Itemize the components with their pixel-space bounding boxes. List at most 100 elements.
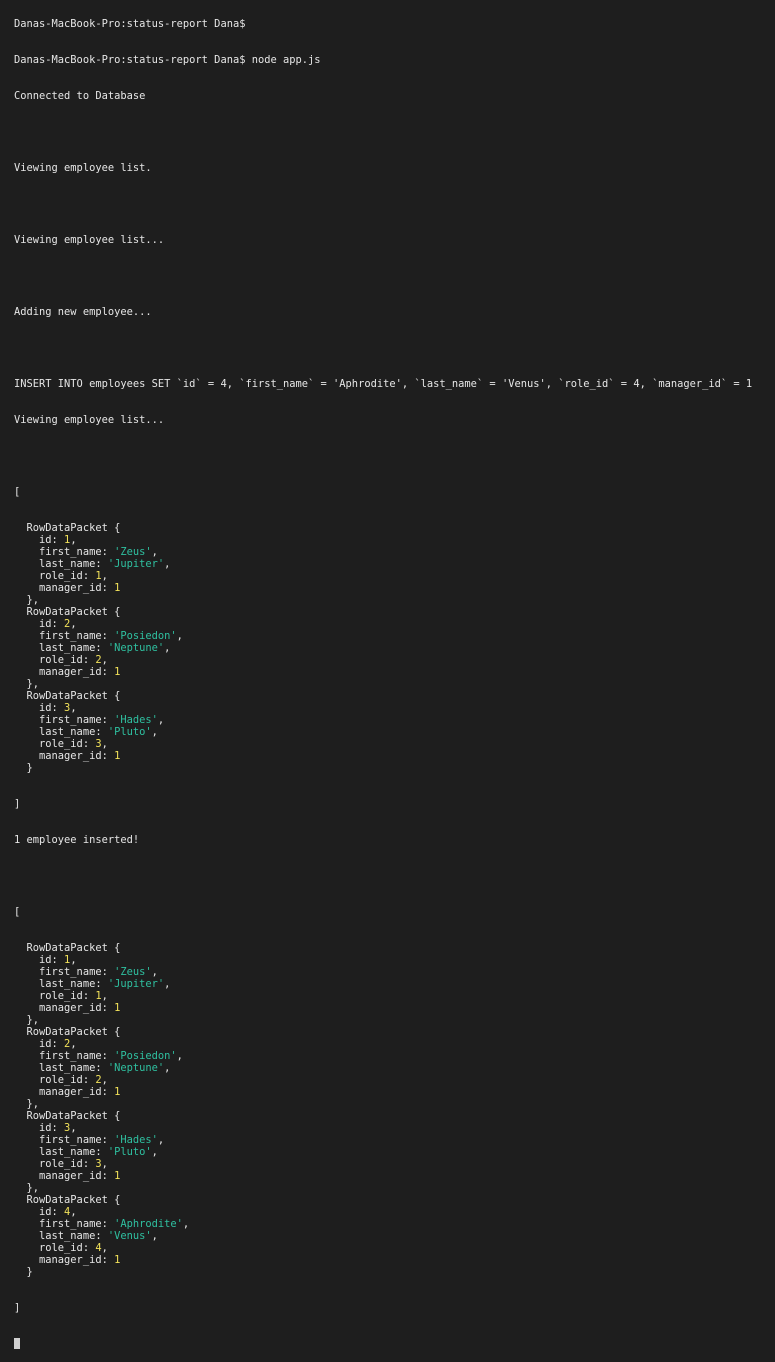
comma: , — [70, 1122, 77, 1134]
comma: , — [101, 738, 108, 750]
row-packet-close: }, — [14, 1182, 775, 1194]
field-manager-id: manager_id: 1 — [14, 750, 775, 762]
field-key: first_name: — [14, 714, 115, 726]
row-packet-header: RowDataPacket { — [14, 1026, 775, 1038]
field-id: id: 4, — [14, 1206, 775, 1218]
comma: , — [157, 1134, 165, 1146]
row-packet-header: RowDataPacket { — [14, 1110, 775, 1122]
field-key: first_name: — [14, 1134, 115, 1146]
comma: , — [164, 642, 171, 654]
comma: , — [101, 654, 108, 666]
array-open-bracket: [ — [14, 486, 21, 498]
row-packet-close: }, — [14, 1098, 775, 1110]
field-key: first_name: — [14, 1050, 115, 1062]
field-key: last_name: — [14, 642, 108, 654]
field-id: id: 1, — [14, 534, 775, 546]
field-manager-id: manager_id: 1 — [14, 666, 775, 678]
array-close-bracket: ] — [14, 1302, 775, 1314]
field-manager-id: manager_id: 1 — [14, 1002, 775, 1014]
field-key: role_id: — [14, 1158, 96, 1170]
field-role-id: role_id: 3, — [14, 738, 775, 750]
field-role-id: role_id: 4, — [14, 1242, 775, 1254]
second-employee-list: RowDataPacket { id: 1, first_name: 'Zeus… — [14, 942, 775, 1278]
field-key: manager_id: — [14, 1170, 115, 1182]
comma: , — [176, 1050, 183, 1062]
first-employee-list: RowDataPacket { id: 1, first_name: 'Zeus… — [14, 522, 775, 774]
field-key: first_name: — [14, 630, 115, 642]
field-first-name: first_name: 'Hades', — [14, 1134, 775, 1146]
field-value: 1 — [114, 750, 121, 762]
field-manager-id: manager_id: 1 — [14, 1170, 775, 1182]
field-key: role_id: — [14, 990, 96, 1002]
field-key: role_id: — [14, 1074, 96, 1086]
close-bracket-text: ] — [14, 1302, 21, 1314]
field-value: 1 — [114, 1002, 121, 1014]
field-value: 'Aphrodite' — [114, 1218, 183, 1230]
comma: , — [151, 1230, 158, 1242]
viewing-message: Viewing employee list. — [14, 162, 152, 174]
field-key: role_id: — [14, 738, 96, 750]
comma: , — [151, 726, 158, 738]
comma: , — [151, 1146, 158, 1158]
field-last-name: last_name: 'Neptune', — [14, 1062, 775, 1074]
comma: , — [176, 630, 183, 642]
field-value: 1 — [114, 1254, 121, 1266]
field-key: role_id: — [14, 1242, 96, 1254]
field-id: id: 3, — [14, 1122, 775, 1134]
field-id: id: 2, — [14, 1038, 775, 1050]
comma: , — [182, 1218, 190, 1230]
field-role-id: role_id: 2, — [14, 1074, 775, 1086]
field-key: last_name: — [14, 726, 108, 738]
field-key: manager_id: — [14, 666, 115, 678]
comma: , — [70, 954, 77, 966]
field-key: manager_id: — [14, 1254, 115, 1266]
cursor-icon — [14, 1338, 20, 1349]
terminal-output[interactable]: Danas-MacBook-Pro:status-report Dana$ Da… — [14, 0, 775, 1362]
comma: , — [70, 1206, 77, 1218]
field-value: 'Hades' — [114, 1134, 158, 1146]
field-key: id: — [14, 954, 65, 966]
field-value: 1 — [114, 582, 121, 594]
field-key: first_name: — [14, 1218, 115, 1230]
field-key: manager_id: — [14, 750, 115, 762]
field-key: role_id: — [14, 570, 96, 582]
field-last-name: last_name: 'Jupiter', — [14, 558, 775, 570]
row-packet-header: RowDataPacket { — [14, 1194, 775, 1206]
comma: , — [101, 570, 108, 582]
row-packet-header: RowDataPacket { — [14, 606, 775, 618]
comma: , — [70, 702, 77, 714]
field-value: 'Neptune' — [107, 642, 165, 654]
field-last-name: last_name: 'Venus', — [14, 1230, 775, 1242]
field-first-name: first_name: 'Posiedon', — [14, 630, 775, 642]
field-first-name: first_name: 'Aphrodite', — [14, 1218, 775, 1230]
array-open-bracket: [ — [14, 906, 21, 918]
row-packet-close: }, — [14, 1014, 775, 1026]
comma: , — [101, 990, 108, 1002]
field-key: id: — [14, 534, 65, 546]
field-key: first_name: — [14, 546, 115, 558]
comma: , — [164, 558, 171, 570]
field-value: 1 — [114, 666, 121, 678]
row-packet-close: }, — [14, 594, 775, 606]
packet-name: RowDataPacket { — [14, 690, 121, 702]
cursor-line — [14, 1338, 775, 1350]
comma: , — [101, 1158, 108, 1170]
comma: , — [151, 966, 158, 978]
row-packet-close: }, — [14, 678, 775, 690]
close-brace: } — [14, 762, 33, 774]
field-value: 'Zeus' — [114, 546, 152, 558]
comma: , — [164, 978, 171, 990]
array-close-bracket: ] — [14, 798, 21, 810]
close-brace: }, — [14, 1014, 40, 1026]
viewing-message: Viewing employee list... — [14, 234, 165, 246]
row-packet-close: } — [14, 1266, 775, 1278]
close-brace: }, — [14, 678, 40, 690]
connected-message: Connected to Database — [14, 90, 146, 102]
close-brace: }, — [14, 594, 40, 606]
